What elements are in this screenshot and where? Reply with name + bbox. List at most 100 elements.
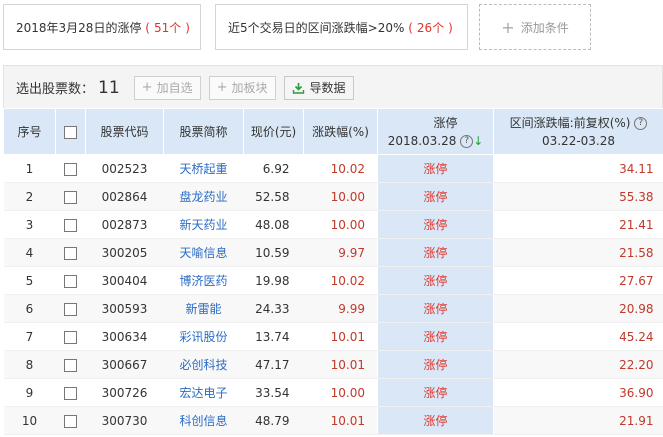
- range-change-value: 21.58: [493, 238, 663, 267]
- table-row[interactable]: 9 300726 宏达电子 33.54 10.00 涨停 36.90: [3, 378, 663, 407]
- stock-pct-change: 10.00: [303, 210, 378, 239]
- add-sector-button[interactable]: + 加板块: [208, 75, 276, 100]
- help-icon[interactable]: ?: [634, 116, 648, 130]
- row-checkbox[interactable]: [64, 274, 77, 288]
- range-change-value: 22.20: [493, 350, 663, 379]
- limit-up-status: 涨停: [377, 378, 494, 407]
- row-select[interactable]: [55, 378, 86, 407]
- row-checkbox[interactable]: [64, 190, 77, 204]
- limit-up-date: 2018.03.28: [387, 133, 457, 148]
- row-index: 7: [3, 322, 56, 351]
- add-condition-label: 添加条件: [520, 20, 569, 35]
- add-condition-button[interactable]: + 添加条件: [479, 4, 591, 50]
- stock-name-link[interactable]: 必创科技: [163, 350, 244, 379]
- condition-count: 51个: [153, 20, 182, 35]
- stock-code: 300667: [85, 350, 164, 379]
- stock-name-link[interactable]: 博济医药: [163, 266, 244, 295]
- col-header-pct-change[interactable]: 涨跌幅(%): [303, 108, 378, 155]
- limit-up-status: 涨停: [377, 294, 494, 323]
- table-row[interactable]: 10 300730 科创信息 48.79 10.01 涨停 21.91: [3, 406, 663, 435]
- table-row[interactable]: 6 300593 新雷能 24.33 9.99 涨停 20.98: [3, 294, 663, 323]
- col-header-name[interactable]: 股票简称: [163, 108, 244, 155]
- row-checkbox[interactable]: [64, 358, 77, 372]
- row-index: 2: [3, 182, 56, 211]
- stock-pct-change: 10.02: [303, 266, 378, 295]
- row-checkbox[interactable]: [64, 302, 77, 316]
- stock-name-link[interactable]: 宏达电子: [163, 378, 244, 407]
- row-checkbox[interactable]: [64, 218, 77, 232]
- range-change-value: 21.91: [493, 406, 663, 435]
- table-row[interactable]: 4 300205 天喻信息 10.59 9.97 涨停 21.58: [3, 238, 663, 267]
- row-index: 9: [3, 378, 56, 407]
- stock-price: 33.54: [243, 378, 304, 407]
- row-index: 4: [3, 238, 56, 267]
- table-row[interactable]: 1 002523 天桥起重 6.92 10.02 涨停 34.11: [3, 154, 663, 183]
- col-header-limit-up[interactable]: 涨停 2018.03.28 ? ↓: [377, 108, 494, 155]
- plus-icon: +: [501, 17, 515, 37]
- add-sector-label: 加板块: [231, 81, 268, 95]
- col-header-price[interactable]: 现价(元): [243, 108, 304, 155]
- row-select[interactable]: [55, 238, 86, 267]
- col-header-index[interactable]: 序号: [3, 108, 56, 155]
- row-index: 3: [3, 210, 56, 239]
- add-watchlist-button[interactable]: + 加自选: [133, 75, 201, 100]
- limit-up-status: 涨停: [377, 154, 494, 183]
- table-row[interactable]: 2 002864 盘龙药业 52.58 10.00 涨停 55.38: [3, 182, 663, 211]
- stock-name-link[interactable]: 新雷能: [163, 294, 244, 323]
- stock-pct-change: 10.02: [303, 154, 378, 183]
- stock-name-link[interactable]: 天喻信息: [163, 238, 244, 267]
- col-header-select-all[interactable]: [55, 108, 86, 155]
- stock-pct-change: 10.01: [303, 350, 378, 379]
- sort-down-icon[interactable]: ↓: [473, 134, 483, 148]
- table-row[interactable]: 5 300404 博济医药 19.98 10.02 涨停 27.67: [3, 266, 663, 295]
- stock-code: 002523: [85, 154, 164, 183]
- row-select[interactable]: [55, 210, 86, 239]
- row-checkbox[interactable]: [64, 414, 77, 428]
- row-select[interactable]: [55, 350, 86, 379]
- row-select[interactable]: [55, 322, 86, 351]
- stock-price: 52.58: [243, 182, 304, 211]
- range-change-value: 45.24: [493, 322, 663, 351]
- select-all-checkbox[interactable]: [64, 125, 77, 139]
- row-checkbox[interactable]: [64, 330, 77, 344]
- table-row[interactable]: 7 300634 彩讯股份 13.74 10.01 涨停 45.24: [3, 322, 663, 351]
- help-icon[interactable]: ?: [460, 134, 474, 148]
- limit-up-status: 涨停: [377, 350, 494, 379]
- condition-chip-range-change[interactable]: 近5个交易日的区间涨跌幅>20% (26个): [215, 4, 468, 50]
- stock-code: 300205: [85, 238, 164, 267]
- row-checkbox[interactable]: [64, 162, 77, 176]
- stock-price: 19.98: [243, 266, 304, 295]
- plus-icon: +: [216, 80, 228, 95]
- row-select[interactable]: [55, 294, 86, 323]
- stock-name-link[interactable]: 盘龙药业: [163, 182, 244, 211]
- row-select[interactable]: [55, 182, 86, 211]
- limit-up-title: 涨停: [378, 114, 493, 132]
- range-change-value: 27.67: [493, 266, 663, 295]
- table-row[interactable]: 8 300667 必创科技 47.17 10.01 涨停 22.20: [3, 350, 663, 379]
- row-select[interactable]: [55, 266, 86, 295]
- stock-name-link[interactable]: 科创信息: [163, 406, 244, 435]
- col-header-range-change[interactable]: 区间涨跌幅:前复权(%) ? 03.22-03.28: [493, 108, 663, 155]
- condition-chip-limit-up[interactable]: 2018年3月28日的涨停 (51个): [3, 4, 201, 50]
- row-select[interactable]: [55, 406, 86, 435]
- stock-name-link[interactable]: 新天药业: [163, 210, 244, 239]
- col-header-code[interactable]: 股票代码: [85, 108, 164, 155]
- row-checkbox[interactable]: [64, 246, 77, 260]
- row-checkbox[interactable]: [64, 386, 77, 400]
- stock-name-link[interactable]: 天桥起重: [163, 154, 244, 183]
- limit-up-subtitle: 2018.03.28 ? ↓: [378, 132, 493, 150]
- selected-count: 11: [98, 77, 120, 98]
- stock-price: 6.92: [243, 154, 304, 183]
- stock-price: 13.74: [243, 322, 304, 351]
- export-data-button[interactable]: 导数据: [283, 75, 354, 100]
- stock-name-link[interactable]: 彩讯股份: [163, 322, 244, 351]
- range-title: 区间涨跌幅:前复权(%) ?: [494, 114, 663, 132]
- range-change-value: 34.11: [493, 154, 663, 183]
- row-select[interactable]: [55, 154, 86, 183]
- row-index: 1: [3, 154, 56, 183]
- limit-up-status: 涨停: [377, 238, 494, 267]
- add-watchlist-label: 加自选: [156, 81, 193, 95]
- export-data-label: 导数据: [309, 81, 346, 95]
- table-row[interactable]: 3 002873 新天药业 48.08 10.00 涨停 21.41: [3, 210, 663, 239]
- range-title-text: 区间涨跌幅:前复权(%): [509, 115, 631, 130]
